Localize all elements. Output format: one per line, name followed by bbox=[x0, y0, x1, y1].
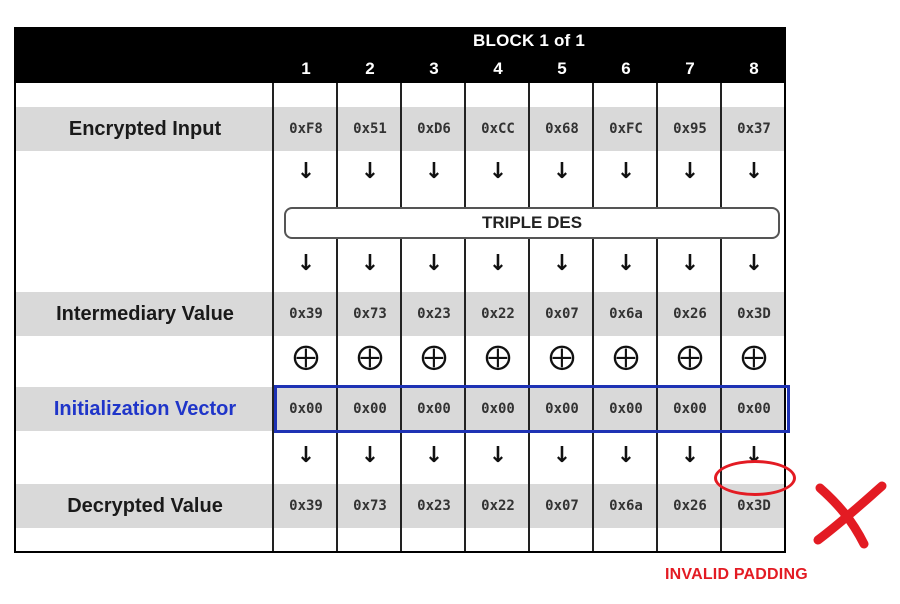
x-mark-icon bbox=[813, 481, 887, 549]
column-number: 4 bbox=[493, 59, 503, 78]
down-arrow-icon: ↓ bbox=[296, 251, 316, 276]
down-arrow-icon: ↓ bbox=[296, 159, 316, 184]
down-arrow-icon: ↓ bbox=[424, 159, 444, 184]
encrypted-input-byte: 0x51 bbox=[353, 121, 387, 137]
encrypted-input-byte: 0x68 bbox=[545, 121, 579, 137]
encrypted-input-byte: 0xFC bbox=[609, 121, 643, 137]
encrypted-input-byte: 0x37 bbox=[737, 121, 771, 137]
encrypted-input-byte: 0xF8 bbox=[289, 121, 323, 137]
decrypted-byte: 0x6a bbox=[609, 498, 643, 514]
down-arrow-icon: ↓ bbox=[360, 251, 380, 276]
iv-highlight-frame bbox=[274, 385, 790, 433]
down-arrow-icon: ↓ bbox=[488, 159, 508, 184]
padding-oracle-diagram: BLOCK 1 of 1 1 2 3 4 5 6 7 8 Encrypted I… bbox=[14, 27, 790, 553]
xor-icon: ⨁ bbox=[293, 342, 319, 372]
column-number: 5 bbox=[557, 59, 567, 78]
decrypted-byte: 0x22 bbox=[481, 498, 515, 514]
block-title: BLOCK 1 of 1 bbox=[473, 31, 585, 50]
intermediary-byte: 0x07 bbox=[545, 306, 579, 322]
intermediary-byte: 0x3D bbox=[737, 306, 771, 322]
column-number: 7 bbox=[685, 59, 695, 78]
encrypted-input-byte: 0x95 bbox=[673, 121, 707, 137]
down-arrow-icon: ↓ bbox=[360, 443, 380, 468]
invalid-byte-circle bbox=[714, 460, 796, 496]
column-number: 2 bbox=[365, 59, 375, 78]
block-header: BLOCK 1 of 1 1 2 3 4 5 6 7 8 bbox=[16, 29, 784, 83]
column-number: 6 bbox=[621, 59, 631, 78]
xor-icon: ⨁ bbox=[741, 342, 767, 372]
intermediary-byte: 0x23 bbox=[417, 306, 451, 322]
down-arrow-icon: ↓ bbox=[680, 443, 700, 468]
encrypted-input-byte: 0xD6 bbox=[417, 121, 451, 137]
down-arrow-icon: ↓ bbox=[616, 443, 636, 468]
down-arrow-icon: ↓ bbox=[424, 251, 444, 276]
down-arrow-icon: ↓ bbox=[488, 443, 508, 468]
xor-icon: ⨁ bbox=[485, 342, 511, 372]
xor-icon: ⨁ bbox=[549, 342, 575, 372]
encrypted-input-label: Encrypted Input bbox=[68, 118, 222, 140]
intermediary-byte: 0x39 bbox=[289, 306, 323, 322]
xor-icon: ⨁ bbox=[421, 342, 447, 372]
down-arrow-icon: ↓ bbox=[680, 159, 700, 184]
column-number: 1 bbox=[301, 59, 311, 78]
decrypted-value-label: Decrypted Value bbox=[67, 495, 223, 517]
initialization-vector-label: Initialization Vector bbox=[53, 398, 237, 420]
decrypted-byte: 0x07 bbox=[545, 498, 579, 514]
down-arrow-icon: ↓ bbox=[616, 159, 636, 184]
decrypted-byte: 0x39 bbox=[289, 498, 323, 514]
decrypted-byte: 0x26 bbox=[673, 498, 707, 514]
down-arrow-icon: ↓ bbox=[744, 159, 764, 184]
intermediary-byte: 0x6a bbox=[609, 306, 643, 322]
down-arrow-icon: ↓ bbox=[680, 251, 700, 276]
xor-icon: ⨁ bbox=[613, 342, 639, 372]
down-arrow-icon: ↓ bbox=[552, 251, 572, 276]
xor-icon: ⨁ bbox=[357, 342, 383, 372]
intermediary-value-label: Intermediary Value bbox=[56, 303, 234, 325]
down-arrow-icon: ↓ bbox=[744, 251, 764, 276]
down-arrow-icon: ↓ bbox=[552, 159, 572, 184]
intermediary-byte: 0x22 bbox=[481, 306, 515, 322]
down-arrow-icon: ↓ bbox=[616, 251, 636, 276]
intermediary-byte: 0x73 bbox=[353, 306, 387, 322]
column-number: 3 bbox=[429, 59, 439, 78]
down-arrow-icon: ↓ bbox=[488, 251, 508, 276]
intermediary-byte: 0x26 bbox=[673, 306, 707, 322]
invalid-padding-label: INVALID PADDING bbox=[665, 566, 808, 583]
triple-des-box: TRIPLE DES bbox=[284, 207, 780, 239]
down-arrow-icon: ↓ bbox=[552, 443, 572, 468]
decrypted-byte: 0x23 bbox=[417, 498, 451, 514]
xor-icon: ⨁ bbox=[677, 342, 703, 372]
encrypted-input-byte: 0xCC bbox=[481, 121, 515, 137]
down-arrow-icon: ↓ bbox=[296, 443, 316, 468]
column-number: 8 bbox=[749, 59, 759, 78]
down-arrow-icon: ↓ bbox=[360, 159, 380, 184]
down-arrow-icon: ↓ bbox=[424, 443, 444, 468]
decrypted-byte: 0x73 bbox=[353, 498, 387, 514]
